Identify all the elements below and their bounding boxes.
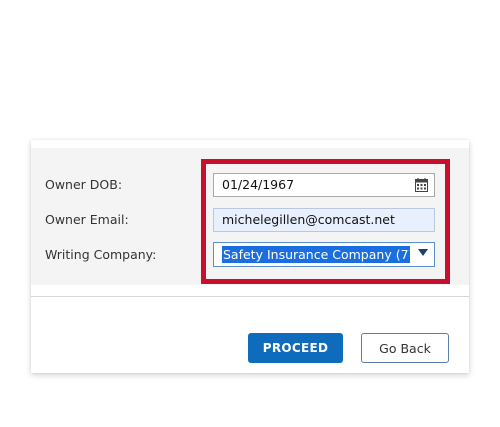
writing-company-label: Writing Company:: [45, 247, 157, 262]
owner-dob-label: Owner DOB:: [45, 177, 123, 192]
highlight-box: [201, 159, 450, 284]
go-back-button[interactable]: Go Back: [361, 333, 449, 363]
policy-owner-card: Owner DOB: Owner Email: Writing Company:…: [31, 140, 469, 373]
owner-email-label: Owner Email:: [45, 212, 129, 227]
section-divider: [31, 296, 469, 297]
proceed-button[interactable]: PROCEED: [248, 333, 343, 363]
owner-details-form: Owner DOB: Owner Email: Writing Company:…: [31, 148, 469, 285]
